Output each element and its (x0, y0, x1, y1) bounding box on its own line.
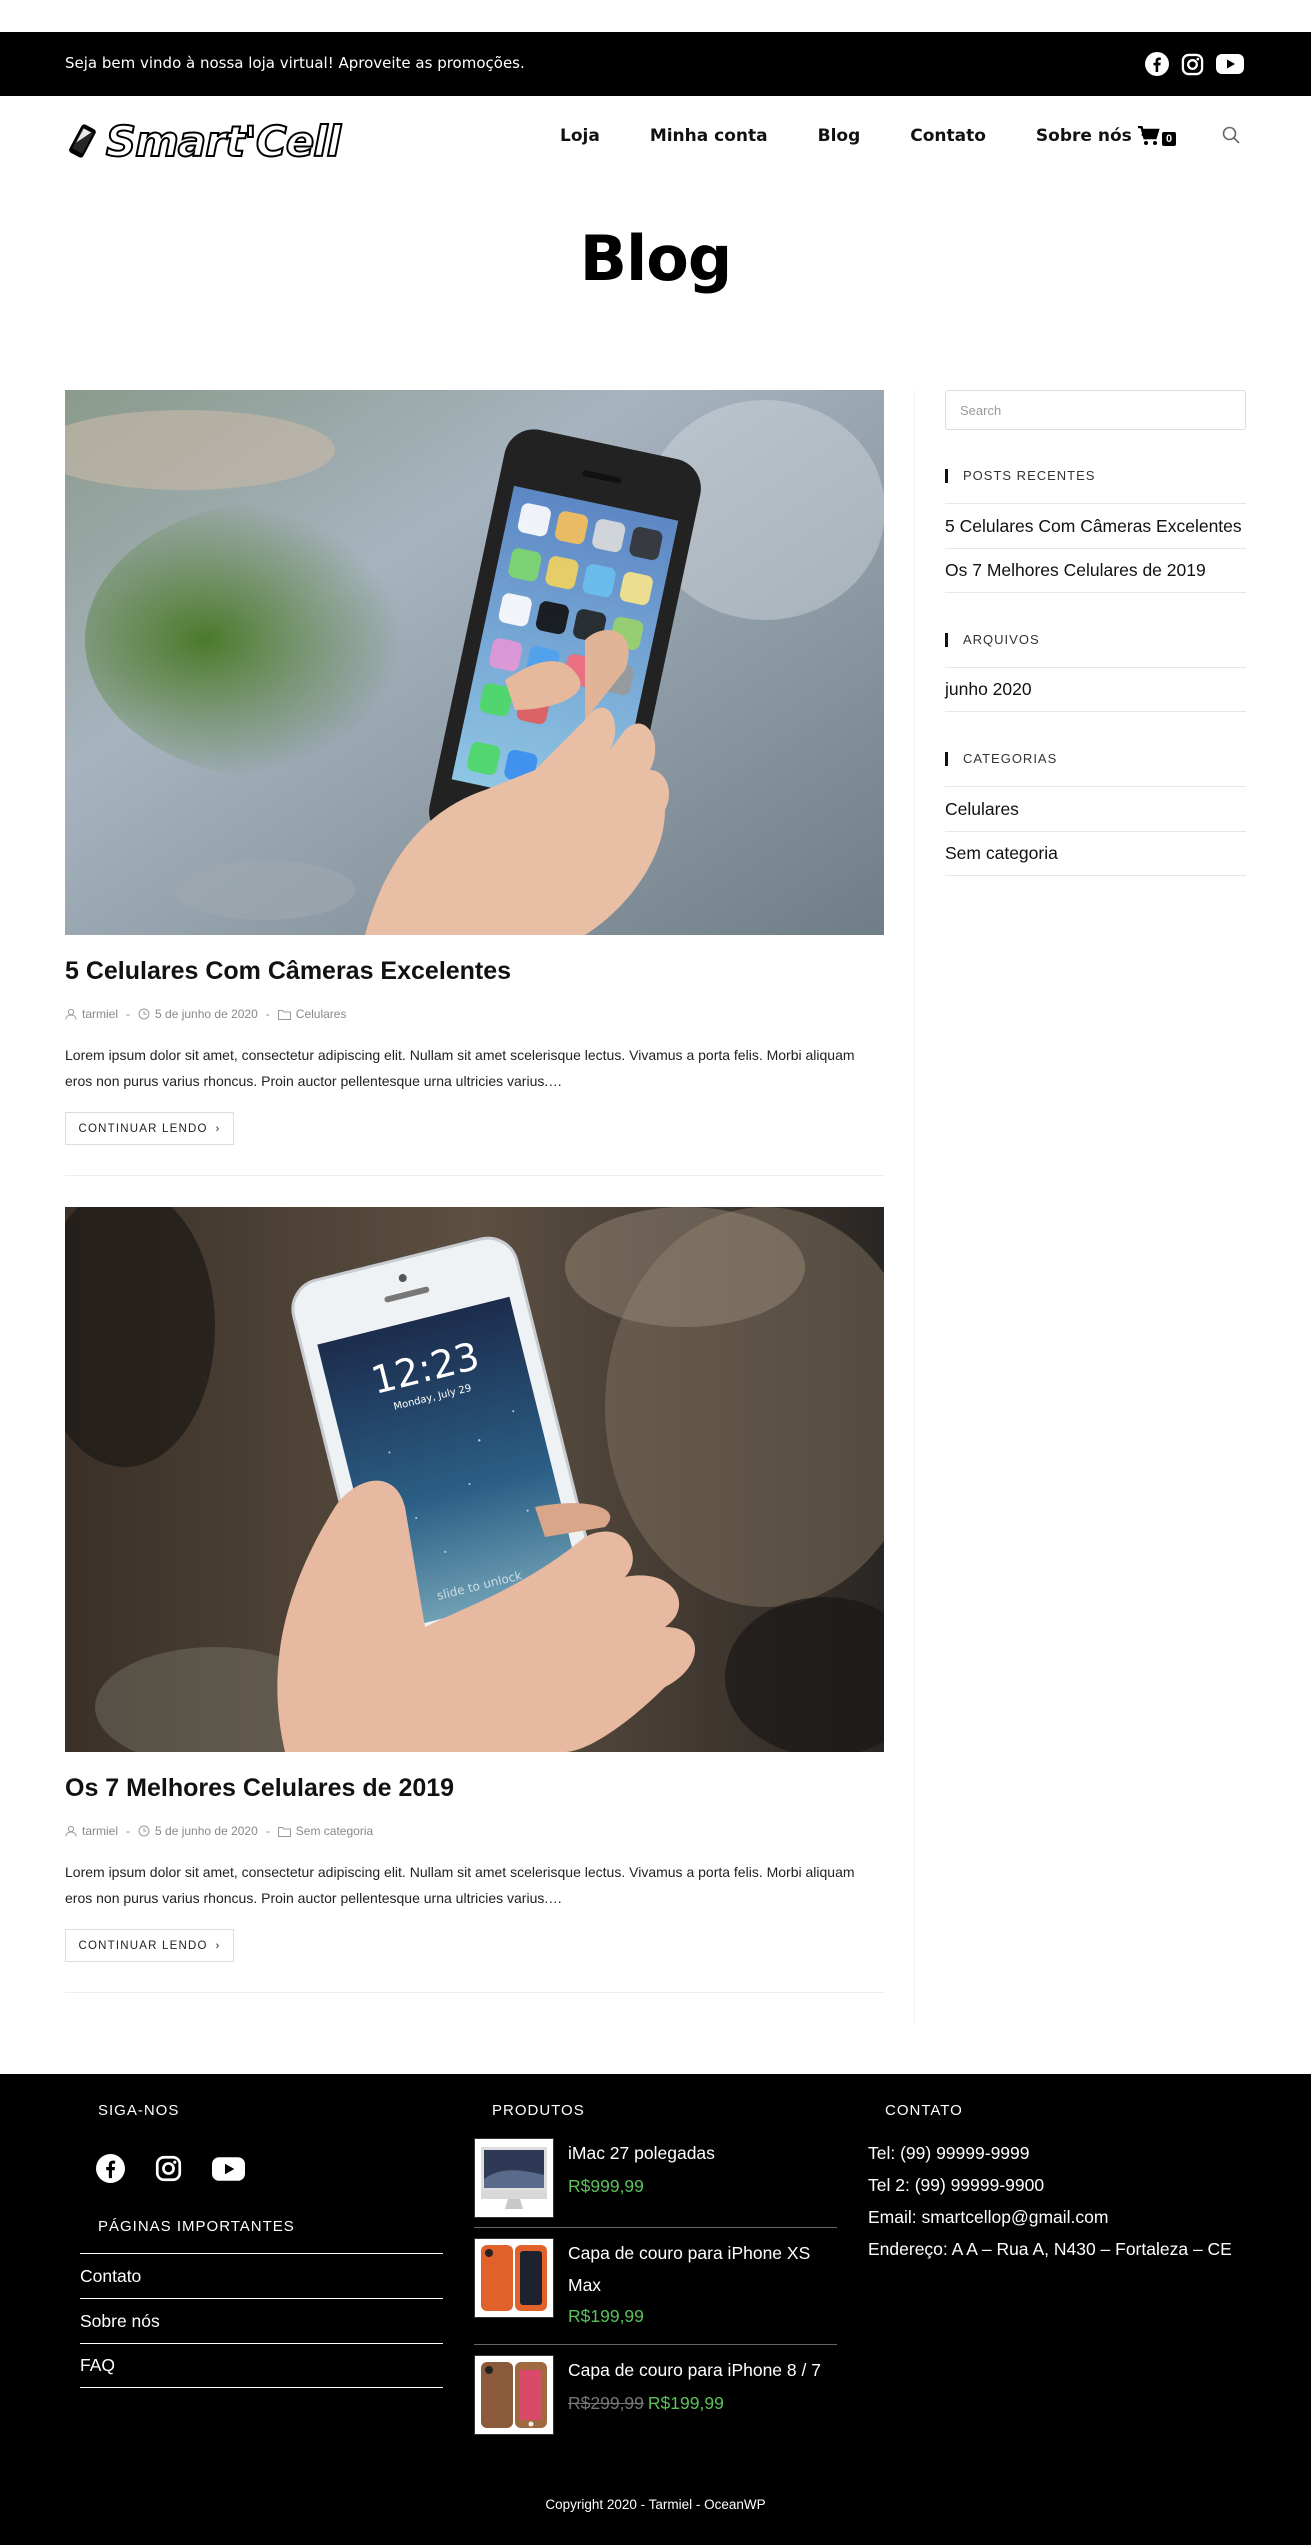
post-date: 5 de junho de 2020 (155, 1824, 258, 1838)
logo-wordmark: Smart'Cell (105, 116, 342, 167)
read-more-button[interactable]: CONTINUAR LENDO › (65, 1112, 234, 1145)
nav-item-loja[interactable]: Loja (560, 126, 600, 146)
post-meta: tarmiel - 5 de junho de 2020 - Sem categ… (65, 1824, 373, 1838)
page-title: Blog (579, 222, 732, 295)
product-thumbnail[interactable] (474, 2238, 554, 2318)
site-logo[interactable]: Smart'Cell (65, 108, 342, 174)
facebook-icon[interactable] (1145, 52, 1169, 76)
divider (474, 2344, 837, 2345)
product-price: R$299,99 R$199,99 (568, 2393, 724, 2413)
post-date: 5 de junho de 2020 (155, 1007, 258, 1021)
categories-list: Celulares Sem categoria (945, 786, 1246, 876)
phone-logo-icon (69, 124, 96, 158)
post-title[interactable]: Os 7 Melhores Celulares de 2019 (65, 1774, 454, 1803)
widget-heading-archives: ARQUIVOS (945, 632, 1040, 647)
site-header: Smart'Cell Loja Minha conta Blog Contato… (0, 96, 1311, 186)
post-title[interactable]: 5 Celulares Com Câmeras Excelentes (65, 957, 511, 986)
footer-social-links (96, 2154, 245, 2183)
archive-link[interactable]: junho 2020 (945, 667, 1246, 712)
footer-pages-list: Contato Sobre nós FAQ (80, 2253, 443, 2388)
product-old-price: R$299,99 (568, 2393, 644, 2413)
divider (474, 2227, 837, 2228)
youtube-icon[interactable] (1216, 53, 1244, 75)
footer-heading-follow: SIGA-NOS (98, 2102, 180, 2119)
nav-item-sobre-nos[interactable]: Sobre nós (1036, 126, 1152, 146)
main-nav: Loja Minha conta Blog Contato Sobre nós (560, 126, 1202, 146)
clock-icon (138, 1825, 150, 1837)
footer-heading-pages: PÁGINAS IMPORTANTES (98, 2218, 295, 2235)
site-footer: SIGA-NOS PÁGINAS IMPORTANTES Contato Sob… (0, 2074, 1311, 2545)
nav-item-blog[interactable]: Blog (818, 126, 861, 146)
top-bar: Seja bem vindo à nossa loja virtual! Apr… (0, 32, 1311, 96)
user-icon (65, 1825, 77, 1837)
nav-item-contato[interactable]: Contato (910, 126, 986, 146)
post-thumbnail[interactable]: 12:23 Monday, July 29 slide to unlock (65, 1207, 884, 1752)
product-thumbnail[interactable] (474, 2355, 554, 2435)
cart-icon (1138, 126, 1160, 145)
category-link[interactable]: Sem categoria (945, 831, 1246, 876)
user-icon (65, 1008, 77, 1020)
read-more-button[interactable]: CONTINUAR LENDO › (65, 1929, 234, 1962)
sidebar-divider (914, 390, 915, 2025)
footer-link[interactable]: FAQ (80, 2343, 443, 2388)
post-author-link[interactable]: tarmiel (82, 1007, 118, 1021)
recent-post-link[interactable]: Os 7 Melhores Celulares de 2019 (945, 548, 1246, 593)
product-item[interactable]: Capa de couro para iPhone 8 / 7 R$299,99… (474, 2355, 837, 2439)
top-social-links (1145, 52, 1244, 76)
product-price: R$199,99 (568, 2306, 644, 2326)
welcome-message: Seja bem vindo à nossa loja virtual! Apr… (65, 54, 525, 72)
cart-count-badge: 0 (1162, 132, 1177, 146)
product-thumbnail[interactable] (474, 2138, 554, 2218)
search-icon[interactable] (1222, 126, 1240, 149)
footer-heading-contact: CONTATO (885, 2102, 963, 2119)
contact-email: Email: smartcellop@gmail.com (868, 2207, 1109, 2227)
widget-heading-recent-posts: POSTS RECENTES (945, 468, 1095, 483)
footer-link[interactable]: Contato (80, 2253, 443, 2298)
divider (65, 1992, 884, 1993)
product-name[interactable]: iMac 27 polegadas (568, 2137, 828, 2169)
folder-icon (277, 1009, 291, 1020)
copyright-text: Copyright 2020 - Tarmiel - OceanWP (545, 2497, 766, 2512)
product-name[interactable]: Capa de couro para iPhone XS Max (568, 2237, 828, 2301)
post-author-link[interactable]: tarmiel (82, 1824, 118, 1838)
folder-icon (277, 1826, 291, 1837)
contact-address: Endereço: A A – Rua A, N430 – Fortaleza … (868, 2239, 1232, 2259)
footer-heading-products: PRODUTOS (492, 2102, 585, 2119)
divider (65, 1175, 884, 1176)
clock-icon (138, 1008, 150, 1020)
youtube-icon[interactable] (212, 2156, 245, 2181)
post-excerpt: Lorem ipsum dolor sit amet, consectetur … (65, 1864, 855, 1906)
post-category-link[interactable]: Celulares (296, 1007, 347, 1021)
sidebar-search-input[interactable] (945, 390, 1246, 430)
contact-phone: Tel: (99) 99999-9999 (868, 2143, 1030, 2163)
instagram-icon[interactable] (155, 2155, 182, 2182)
product-item[interactable]: Capa de couro para iPhone XS Max R$199,9… (474, 2238, 837, 2350)
product-price: R$999,99 (568, 2176, 644, 2196)
contact-phone-2: Tel 2: (99) 99999-9900 (868, 2175, 1045, 2195)
post-thumbnail[interactable] (65, 390, 884, 935)
post-meta: tarmiel - 5 de junho de 2020 - Celulares (65, 1007, 346, 1021)
recent-posts-list: 5 Celulares Com Câmeras Excelentes Os 7 … (945, 503, 1246, 593)
product-name[interactable]: Capa de couro para iPhone 8 / 7 (568, 2354, 828, 2386)
chevron-right-icon: › (215, 1122, 221, 1135)
cart-button[interactable]: 0 (1138, 126, 1177, 146)
facebook-icon[interactable] (96, 2154, 125, 2183)
nav-item-minha-conta[interactable]: Minha conta (650, 126, 768, 146)
post-category-link[interactable]: Sem categoria (296, 1824, 373, 1838)
widget-heading-categories: CATEGORIAS (945, 751, 1057, 766)
product-item[interactable]: iMac 27 polegadas R$999,99 (474, 2138, 837, 2222)
chevron-right-icon: › (215, 1939, 221, 1952)
recent-post-link[interactable]: 5 Celulares Com Câmeras Excelentes (945, 503, 1246, 548)
archives-list: junho 2020 (945, 667, 1246, 712)
post-excerpt: Lorem ipsum dolor sit amet, consectetur … (65, 1047, 855, 1089)
footer-link[interactable]: Sobre nós (80, 2298, 443, 2343)
category-link[interactable]: Celulares (945, 786, 1246, 831)
instagram-icon[interactable] (1181, 53, 1204, 76)
